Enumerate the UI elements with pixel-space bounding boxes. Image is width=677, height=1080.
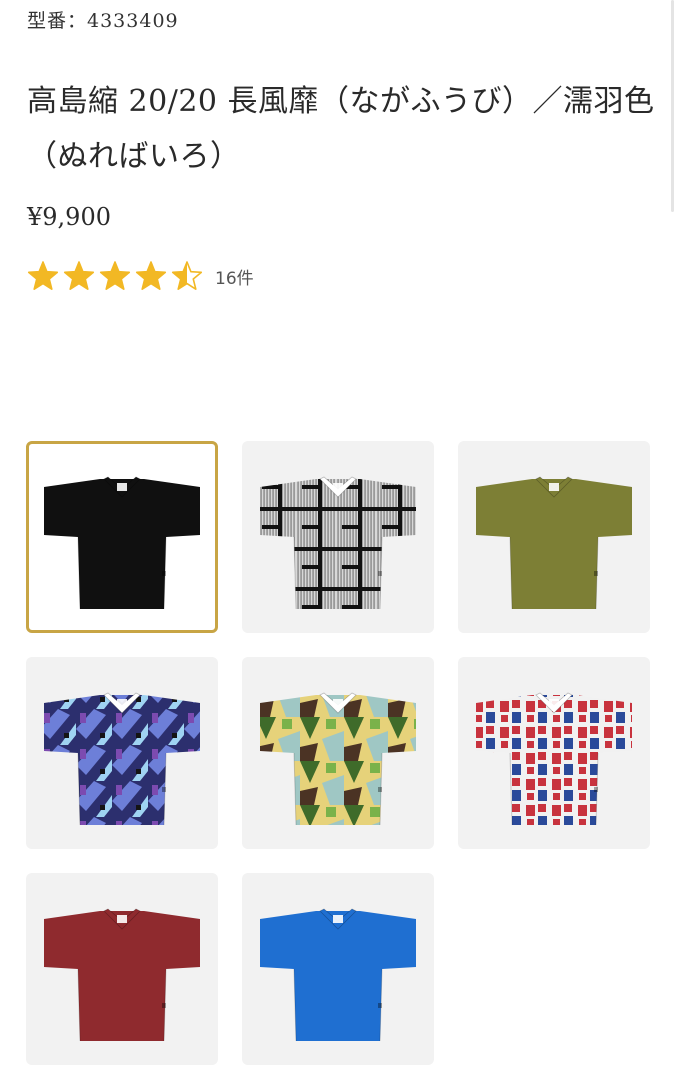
star-full-icon	[99, 261, 131, 290]
rating[interactable]: 16件	[27, 258, 254, 294]
color-swatch-blue-purple-print[interactable]	[26, 657, 218, 849]
product-sku: 型番：4333409	[27, 10, 179, 32]
color-swatch-blue[interactable]	[242, 873, 434, 1065]
color-swatch-yellow-green-print[interactable]	[242, 657, 434, 849]
color-swatch-red-white-print[interactable]	[458, 657, 650, 849]
color-swatch-crimson[interactable]	[26, 873, 218, 1065]
jinbei-garment-icon	[44, 908, 200, 1042]
jinbei-garment-icon	[260, 692, 416, 826]
product-price: ¥9,900	[27, 203, 111, 231]
review-count[interactable]: 16件	[215, 264, 254, 289]
star-full-icon	[63, 261, 95, 290]
star-full-icon	[135, 261, 167, 290]
jinbei-garment-icon	[44, 476, 200, 610]
color-swatch-olive[interactable]	[458, 441, 650, 633]
scrollbar[interactable]	[671, 0, 674, 212]
rating-stars	[27, 258, 205, 294]
star-half-icon	[171, 261, 203, 290]
star-full-icon	[27, 261, 59, 290]
jinbei-garment-icon	[260, 476, 416, 610]
jinbei-garment-icon	[260, 908, 416, 1042]
jinbei-garment-icon	[476, 476, 632, 610]
jinbei-garment-icon	[44, 692, 200, 826]
product-title: 高島縮 20/20 長風靡（ながふうび）／濡羽色（ぬればいろ）	[27, 84, 655, 174]
color-swatch-grey-lattice[interactable]	[242, 441, 434, 633]
color-swatch-black[interactable]	[26, 441, 218, 633]
jinbei-garment-icon	[476, 692, 632, 826]
